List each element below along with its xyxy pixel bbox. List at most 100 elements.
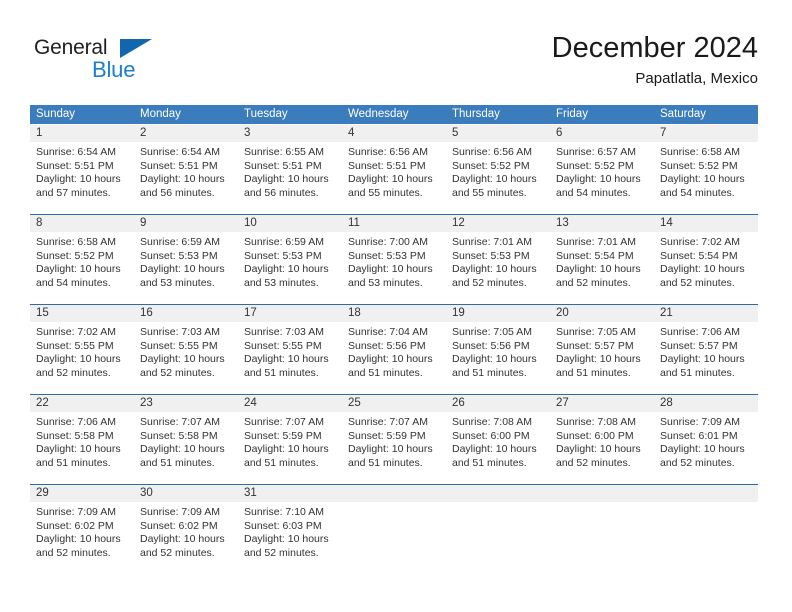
day-info-line: Sunrise: 7:08 AM <box>452 416 532 428</box>
day-number: 17 <box>238 305 342 322</box>
day-info-line: Sunrise: 7:05 AM <box>556 326 636 338</box>
day-info-line: Daylight: 10 hours <box>244 443 329 456</box>
day-info-line: and 53 minutes. <box>140 276 215 289</box>
day-info-line: Daylight: 10 hours <box>140 353 225 366</box>
weekday-header-saturday: Saturday <box>660 108 707 120</box>
day-number: 29 <box>30 485 134 502</box>
calendar-day-cell[interactable]: 14 Sunrise: 7:02 AM Sunset: 5:54 PM Dayligh… <box>654 215 758 304</box>
day-info-line: Sunrise: 6:55 AM <box>244 146 324 158</box>
day-sun-info: Sunrise: 6:55 AM Sunset: 5:51 PM Daylight:… <box>238 142 342 200</box>
day-sun-info: Sunrise: 7:01 AM Sunset: 5:54 PM Daylight:… <box>550 232 654 290</box>
day-info-line: Daylight: 10 hours <box>556 353 641 366</box>
calendar-day-cell[interactable]: 13 Sunrise: 7:01 AM Sunset: 5:54 PM Dayligh… <box>550 215 654 304</box>
calendar-day-cell[interactable]: 3 Sunrise: 6:55 AM Sunset: 5:51 PM Daylight… <box>238 125 342 214</box>
day-sun-info: Sunrise: 7:07 AM Sunset: 5:59 PM Daylight:… <box>342 412 446 470</box>
calendar-day-cell[interactable]: 15 Sunrise: 7:02 AM Sunset: 5:55 PM Dayligh… <box>30 305 134 394</box>
calendar-day-cell[interactable]: 8 Sunrise: 6:58 AM Sunset: 5:52 PM Daylight… <box>30 215 134 304</box>
calendar-day-cell[interactable]: 7 Sunrise: 6:58 AM Sunset: 5:52 PM Daylight… <box>654 125 758 214</box>
day-sun-info: Sunrise: 7:09 AM Sunset: 6:02 PM Daylight:… <box>134 502 238 560</box>
day-info-line: Sunset: 5:58 PM <box>140 429 218 442</box>
calendar-day-cell[interactable]: 22 Sunrise: 7:06 AM Sunset: 5:58 PM Dayligh… <box>30 395 134 484</box>
calendar-day-cell[interactable]: 24 Sunrise: 7:07 AM Sunset: 5:59 PM Dayligh… <box>238 395 342 484</box>
day-info-line: Daylight: 10 hours <box>660 173 745 186</box>
calendar-day-cell[interactable]: 16 Sunrise: 7:03 AM Sunset: 5:55 PM Dayligh… <box>134 305 238 394</box>
day-number: 10 <box>238 215 342 232</box>
day-info-line: Sunrise: 7:03 AM <box>140 326 220 338</box>
calendar-day-cell[interactable]: 18 Sunrise: 7:04 AM Sunset: 5:56 PM Dayligh… <box>342 305 446 394</box>
day-sun-info: Sunrise: 7:05 AM Sunset: 5:56 PM Daylight:… <box>446 322 550 380</box>
calendar-week-row: 8 Sunrise: 6:58 AM Sunset: 5:52 PM Daylight… <box>30 214 758 304</box>
calendar-day-cell[interactable]: 23 Sunrise: 7:07 AM Sunset: 5:58 PM Dayligh… <box>134 395 238 484</box>
weekday-header-wednesday: Wednesday <box>348 108 409 120</box>
calendar-day-cell[interactable]: 1 Sunrise: 6:54 AM Sunset: 5:51 PM Daylight… <box>30 125 134 214</box>
day-info-line: Daylight: 10 hours <box>348 263 433 276</box>
day-info-line: and 52 minutes. <box>244 546 319 559</box>
day-sun-info <box>342 502 446 506</box>
calendar-day-cell[interactable]: 30 Sunrise: 7:09 AM Sunset: 6:02 PM Dayligh… <box>134 485 238 574</box>
day-number: 20 <box>550 305 654 322</box>
day-info-line: Daylight: 10 hours <box>244 263 329 276</box>
day-number: 16 <box>134 305 238 322</box>
day-info-line: Daylight: 10 hours <box>140 173 225 186</box>
weekday-header-monday: Monday <box>140 108 181 120</box>
calendar-day-cell[interactable]: 11 Sunrise: 7:00 AM Sunset: 5:53 PM Dayligh… <box>342 215 446 304</box>
day-info-line: Sunset: 6:00 PM <box>556 429 634 442</box>
day-info-line: Daylight: 10 hours <box>660 353 745 366</box>
calendar-day-cell[interactable]: 19 Sunrise: 7:05 AM Sunset: 5:56 PM Dayligh… <box>446 305 550 394</box>
calendar-day-cell-empty <box>342 485 446 574</box>
day-info-line: and 52 minutes. <box>452 276 527 289</box>
calendar-day-cell[interactable]: 20 Sunrise: 7:05 AM Sunset: 5:57 PM Dayligh… <box>550 305 654 394</box>
day-sun-info: Sunrise: 7:00 AM Sunset: 5:53 PM Daylight:… <box>342 232 446 290</box>
calendar-day-cell[interactable]: 12 Sunrise: 7:01 AM Sunset: 5:53 PM Dayligh… <box>446 215 550 304</box>
day-sun-info: Sunrise: 7:10 AM Sunset: 6:03 PM Daylight:… <box>238 502 342 560</box>
day-number: 26 <box>446 395 550 412</box>
day-info-line: Sunrise: 6:57 AM <box>556 146 636 158</box>
day-info-line: Sunset: 5:51 PM <box>348 159 426 172</box>
day-sun-info: Sunrise: 6:56 AM Sunset: 5:51 PM Daylight:… <box>342 142 446 200</box>
calendar-day-cell[interactable]: 26 Sunrise: 7:08 AM Sunset: 6:00 PM Dayligh… <box>446 395 550 484</box>
day-info-line: Sunset: 6:01 PM <box>660 429 738 442</box>
page-header: General Blue December 2024 Papatlatla, M… <box>0 0 792 100</box>
calendar-day-cell[interactable]: 10 Sunrise: 6:59 AM Sunset: 5:53 PM Dayligh… <box>238 215 342 304</box>
day-info-line: Sunset: 5:52 PM <box>452 159 530 172</box>
calendar-week-row: 1 Sunrise: 6:54 AM Sunset: 5:51 PM Daylight… <box>30 124 758 214</box>
day-info-line: Sunset: 5:53 PM <box>348 249 426 262</box>
weekday-header-friday: Friday <box>556 108 588 120</box>
calendar-day-cell[interactable]: 28 Sunrise: 7:09 AM Sunset: 6:01 PM Dayligh… <box>654 395 758 484</box>
day-info-line: and 52 minutes. <box>140 366 215 379</box>
calendar-day-cell[interactable]: 21 Sunrise: 7:06 AM Sunset: 5:57 PM Dayligh… <box>654 305 758 394</box>
logo-triangle-icon <box>120 39 152 58</box>
day-info-line: Sunrise: 6:56 AM <box>348 146 428 158</box>
day-info-line: Daylight: 10 hours <box>452 263 537 276</box>
calendar-day-cell[interactable]: 29 Sunrise: 7:09 AM Sunset: 6:02 PM Dayligh… <box>30 485 134 574</box>
day-info-line: and 54 minutes. <box>556 186 631 199</box>
calendar-day-cell[interactable]: 2 Sunrise: 6:54 AM Sunset: 5:51 PM Daylight… <box>134 125 238 214</box>
calendar-day-cell[interactable]: 27 Sunrise: 7:08 AM Sunset: 6:00 PM Dayligh… <box>550 395 654 484</box>
day-info-line: and 51 minutes. <box>556 366 631 379</box>
day-info-line: Daylight: 10 hours <box>452 353 537 366</box>
day-number: 23 <box>134 395 238 412</box>
day-info-line: Sunset: 5:54 PM <box>660 249 738 262</box>
calendar-day-cell[interactable]: 31 Sunrise: 7:10 AM Sunset: 6:03 PM Dayligh… <box>238 485 342 574</box>
calendar-week-row: 29 Sunrise: 7:09 AM Sunset: 6:02 PM Dayligh… <box>30 484 758 574</box>
calendar-day-cell[interactable]: 17 Sunrise: 7:03 AM Sunset: 5:55 PM Dayligh… <box>238 305 342 394</box>
calendar-day-cell[interactable]: 9 Sunrise: 6:59 AM Sunset: 5:53 PM Daylight… <box>134 215 238 304</box>
calendar-day-cell[interactable]: 6 Sunrise: 6:57 AM Sunset: 5:52 PM Daylight… <box>550 125 654 214</box>
day-info-line: and 54 minutes. <box>660 186 735 199</box>
calendar-day-cell[interactable]: 5 Sunrise: 6:56 AM Sunset: 5:52 PM Daylight… <box>446 125 550 214</box>
calendar-day-cell[interactable]: 25 Sunrise: 7:07 AM Sunset: 5:59 PM Dayligh… <box>342 395 446 484</box>
general-blue-logo[interactable]: General Blue <box>34 36 194 88</box>
day-sun-info: Sunrise: 7:01 AM Sunset: 5:53 PM Daylight:… <box>446 232 550 290</box>
day-info-line: and 54 minutes. <box>36 276 111 289</box>
day-number: 15 <box>30 305 134 322</box>
calendar-day-cell[interactable]: 4 Sunrise: 6:56 AM Sunset: 5:51 PM Daylight… <box>342 125 446 214</box>
day-info-line: and 51 minutes. <box>660 366 735 379</box>
day-info-line: Daylight: 10 hours <box>36 353 121 366</box>
day-info-line: and 51 minutes. <box>348 366 423 379</box>
day-info-line: Sunrise: 7:09 AM <box>36 506 116 518</box>
day-info-line: Daylight: 10 hours <box>348 443 433 456</box>
day-sun-info: Sunrise: 7:06 AM Sunset: 5:58 PM Daylight:… <box>30 412 134 470</box>
day-info-line: and 52 minutes. <box>660 456 735 469</box>
day-info-line: and 52 minutes. <box>556 456 631 469</box>
day-info-line: Daylight: 10 hours <box>244 173 329 186</box>
